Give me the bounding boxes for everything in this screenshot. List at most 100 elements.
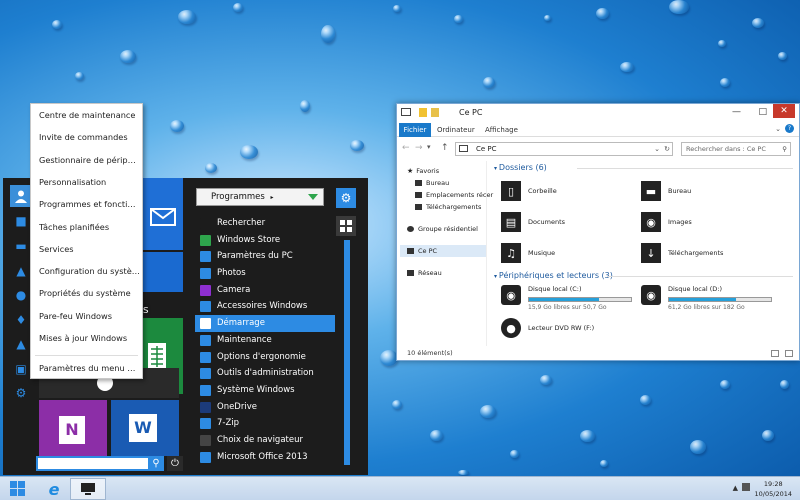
program-item[interactable]: Paramètres du PC bbox=[195, 248, 335, 265]
search-input[interactable]: Rechercher dans : Ce PC ⚲ bbox=[681, 142, 791, 156]
program-item[interactable]: Choix de navigateur bbox=[195, 432, 335, 449]
program-item[interactable]: Rechercher bbox=[195, 215, 335, 232]
program-item[interactable]: 7-Zip bbox=[195, 415, 335, 432]
minimize-button[interactable]: — bbox=[732, 107, 741, 117]
tray-flag-icon[interactable] bbox=[742, 483, 750, 491]
display-icon[interactable]: ▣ bbox=[13, 361, 29, 377]
tray-chevron-icon[interactable]: ▲ bbox=[733, 484, 738, 492]
program-item[interactable]: Photos bbox=[195, 265, 335, 282]
context-menu-item[interactable]: Gestionnaire de périphéq... bbox=[39, 152, 140, 168]
taskbar-internet-explorer[interactable]: e bbox=[36, 478, 72, 500]
title-bar[interactable]: Ce PC — □ ✕ bbox=[397, 104, 799, 122]
nav-homegroup[interactable]: Groupe résidentiel bbox=[407, 225, 478, 233]
program-item[interactable]: Accessoires Windows bbox=[195, 298, 335, 315]
chevron-down-icon[interactable]: ⌄ bbox=[775, 125, 781, 133]
programs-dropdown[interactable]: Programmes ▸ bbox=[196, 188, 324, 206]
context-menu-item[interactable]: Personnalisation bbox=[39, 174, 140, 190]
context-menu-item[interactable]: Mises à jour Windows bbox=[39, 330, 140, 346]
tile-word[interactable]: W bbox=[111, 400, 179, 456]
context-menu-item[interactable]: Services bbox=[39, 241, 140, 257]
program-item-label: Choix de navigateur bbox=[217, 434, 303, 445]
settings-button[interactable]: ⚙ bbox=[336, 188, 356, 208]
gear-icon bbox=[200, 251, 211, 263]
network-icon[interactable]: ▲ bbox=[13, 263, 29, 279]
program-item[interactable]: Windows Store bbox=[195, 232, 335, 249]
back-button[interactable]: ← bbox=[402, 143, 410, 153]
settings-icon[interactable]: ⚙ bbox=[13, 385, 29, 401]
folder-icon bbox=[200, 418, 211, 430]
program-item[interactable]: Démarrage bbox=[195, 315, 335, 332]
folder-icon bbox=[200, 368, 211, 380]
desktop-icon bbox=[415, 180, 422, 186]
internet-icon[interactable]: ● bbox=[13, 287, 29, 303]
folders-header[interactable]: ▾ Dossiers (6) bbox=[494, 163, 547, 172]
context-menu-item[interactable]: Paramètres du menu Dém... bbox=[39, 360, 140, 376]
program-item[interactable]: Options d'ergonomie bbox=[195, 349, 335, 366]
help-icon[interactable]: ? bbox=[785, 124, 794, 133]
nav-favorites[interactable]: ★ Favoris bbox=[407, 167, 439, 175]
program-item-label: Démarrage bbox=[217, 318, 265, 329]
internet-explorer-icon: e bbox=[48, 479, 60, 499]
onenote-icon: N bbox=[59, 416, 85, 444]
nav-recent[interactable]: Emplacements récer bbox=[415, 191, 493, 199]
context-menu-item[interactable]: Configuration du système bbox=[39, 263, 140, 279]
program-item[interactable]: Outils d'administration bbox=[195, 365, 335, 382]
chevron-down-icon[interactable]: ⌄ bbox=[654, 143, 660, 155]
pc-icon bbox=[401, 108, 411, 116]
program-item[interactable]: Camera bbox=[195, 282, 335, 299]
power-button[interactable]: ⏻ bbox=[167, 456, 183, 471]
search-button[interactable]: ⚲ bbox=[148, 456, 164, 471]
history-dropdown[interactable]: ▾ bbox=[427, 143, 431, 151]
tile-mail[interactable] bbox=[143, 178, 183, 250]
nav-downloads[interactable]: Téléchargements bbox=[415, 203, 481, 211]
address-bar[interactable]: Ce PC ⌄ ↻ bbox=[455, 142, 673, 156]
up-button[interactable]: ↑ bbox=[441, 143, 449, 153]
tiles-view-icon[interactable] bbox=[785, 350, 793, 357]
devices-header[interactable]: ▾ Périphériques et lecteurs (3) bbox=[494, 271, 613, 280]
hard-drive-icon: ◉ bbox=[641, 285, 661, 305]
taskbar-file-explorer[interactable] bbox=[70, 478, 106, 500]
context-menu-item[interactable]: Invite de commandes bbox=[39, 129, 140, 145]
nav-network[interactable]: Réseau bbox=[407, 269, 442, 277]
context-menu-item[interactable]: Tâches planifiées bbox=[39, 219, 140, 235]
tab-affichage[interactable]: Affichage bbox=[485, 123, 518, 137]
clock[interactable]: 19:28 10/05/2014 bbox=[755, 479, 792, 499]
program-item[interactable]: OneDrive bbox=[195, 399, 335, 416]
context-menu-item[interactable]: Pare-feu Windows bbox=[39, 308, 140, 324]
details-view-icon[interactable] bbox=[771, 350, 779, 357]
status-bar: 10 élément(s) bbox=[407, 349, 453, 357]
programs-icon[interactable]: ♦ bbox=[13, 312, 29, 328]
tile-onenote[interactable]: N bbox=[39, 400, 107, 456]
context-menu-item[interactable]: Centre de maintenance bbox=[39, 107, 140, 123]
nav-this-pc[interactable]: Ce PC bbox=[407, 247, 437, 255]
camera-icon: ◉ bbox=[641, 212, 661, 232]
tab-ordinateur[interactable]: Ordinateur bbox=[437, 123, 475, 137]
close-button[interactable]: ✕ bbox=[773, 104, 795, 118]
program-item[interactable]: Système Windows bbox=[195, 382, 335, 399]
tab-fichier[interactable]: Fichier bbox=[399, 123, 431, 137]
context-menu-item[interactable]: Programmes et fonctionna... bbox=[39, 196, 140, 212]
user-avatar[interactable] bbox=[10, 185, 32, 207]
drive-dvd-label: Lecteur DVD RW (F:) bbox=[528, 324, 595, 332]
folder-telechargements-label: Téléchargements bbox=[668, 249, 724, 257]
computer-icon[interactable]: ■ bbox=[13, 213, 29, 229]
programs-scrollbar[interactable] bbox=[344, 240, 350, 465]
nav-bureau[interactable]: Bureau bbox=[415, 179, 449, 187]
folder-icon[interactable]: ▬ bbox=[13, 238, 29, 254]
folder-icon bbox=[200, 451, 211, 463]
program-item[interactable]: Maintenance bbox=[195, 332, 335, 349]
quick-access-icon[interactable] bbox=[419, 108, 427, 117]
context-menu-item[interactable]: Propriétés du système bbox=[39, 285, 140, 301]
program-item[interactable]: Microsoft Office 2013 bbox=[195, 449, 335, 466]
new-folder-icon[interactable] bbox=[431, 108, 439, 117]
start-search-input[interactable] bbox=[36, 456, 154, 471]
forward-button[interactable]: → bbox=[415, 143, 423, 153]
maximize-button[interactable]: □ bbox=[758, 107, 767, 117]
refresh-icon[interactable]: ↻ bbox=[664, 143, 670, 155]
program-item-label: Options d'ergonomie bbox=[217, 351, 306, 362]
start-button[interactable] bbox=[10, 481, 27, 497]
performance-icon[interactable]: ▲ bbox=[13, 336, 29, 352]
tiles-view-button[interactable] bbox=[336, 216, 356, 236]
tile-weather[interactable] bbox=[143, 252, 183, 292]
download-icon: ↓ bbox=[641, 243, 661, 263]
